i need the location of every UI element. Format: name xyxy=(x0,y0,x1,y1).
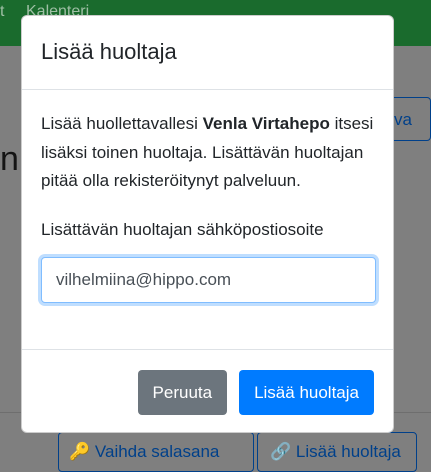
modal-body: Lisää huollettavallesi Venla Virtahepo i… xyxy=(22,90,393,350)
key-icon: 🔑 xyxy=(69,442,91,461)
background-add-guardian-label: Lisää huoltaja xyxy=(295,442,401,461)
email-input[interactable] xyxy=(41,256,376,303)
modal-title: Lisää huoltaja xyxy=(41,39,177,64)
modal-footer: Peruuta Lisää huoltaja xyxy=(137,370,374,415)
add-guardian-button[interactable]: Lisää huoltaja xyxy=(239,370,374,415)
background-change-password-label: Vaihda salasana xyxy=(94,442,220,461)
cancel-button[interactable]: Peruuta xyxy=(137,370,228,415)
child-name: Venla Virtahepo xyxy=(202,114,330,133)
modal-info-text: Lisää huollettavallesi Venla Virtahepo i… xyxy=(41,110,374,196)
background-nav-fragment: t xyxy=(0,3,5,20)
info-before: Lisää huollettavallesi xyxy=(41,114,203,133)
modal-header: Lisää huoltaja xyxy=(22,16,393,90)
add-guardian-modal: Lisää huoltaja Lisää huollettavallesi Ve… xyxy=(21,15,394,433)
background-add-guardian-button: 🔗 Lisää huoltaja xyxy=(257,432,417,472)
background-top-button-label: va xyxy=(394,110,412,129)
background-change-password-button: 🔑 Vaihda salasana xyxy=(58,432,254,472)
link-icon: 🔗 xyxy=(270,442,292,461)
email-label: Lisättävän huoltajan sähköpostiosoite xyxy=(41,219,324,239)
